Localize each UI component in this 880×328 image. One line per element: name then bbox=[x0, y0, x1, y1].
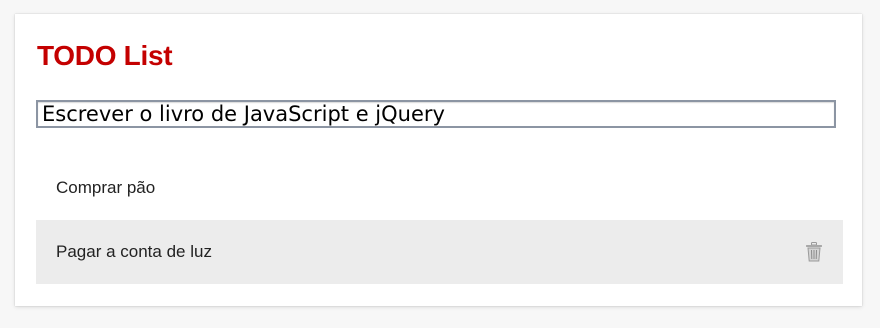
page-title: TODO List bbox=[37, 40, 173, 71]
todo-item[interactable]: Pagar a conta de luz bbox=[36, 220, 843, 284]
todo-label: Comprar pão bbox=[56, 178, 156, 197]
todo-card: TODO List Comprar pão Pagar a conta de l… bbox=[15, 14, 862, 306]
trash-icon[interactable] bbox=[805, 242, 823, 262]
todo-label: Pagar a conta de luz bbox=[56, 242, 212, 261]
todo-item[interactable]: Comprar pão bbox=[36, 156, 843, 220]
new-todo-input[interactable] bbox=[36, 100, 836, 128]
todo-list: Comprar pão Pagar a conta de luz bbox=[36, 156, 843, 284]
